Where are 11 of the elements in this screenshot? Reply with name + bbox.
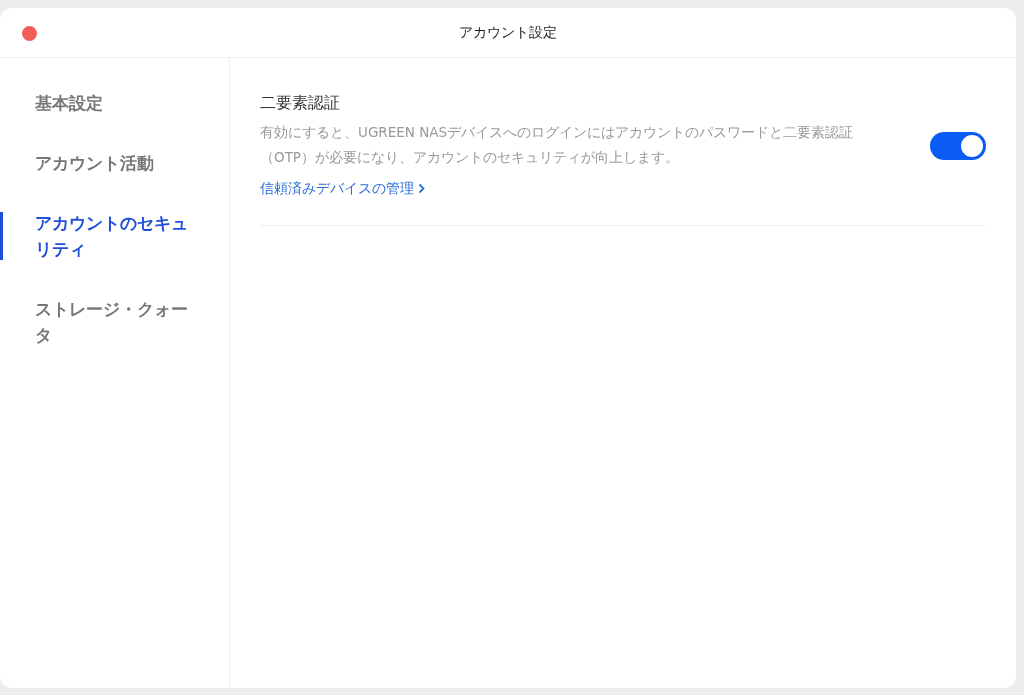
sidebar-item[interactable]: 基本設定 [35,90,200,116]
sidebar-item[interactable]: アカウントのセキュリティ [35,210,200,262]
sidebar-item[interactable]: ストレージ・クォータ [35,296,200,348]
chevron-right-icon [418,183,425,194]
trusted-devices-link[interactable]: 信頼済みデバイスの管理 [260,178,425,199]
setting-title: 二要素認証 [260,92,341,114]
sidebar-item[interactable]: アカウント活動 [35,150,200,176]
setting-description: 有効にすると、UGREEN NASデバイスへのログインにはアカウントのパスワードと二要素認証（OTP）が必要になり、アカウントのセキュリティが向上します。 [260,123,855,167]
close-button[interactable] [22,26,37,41]
toggle-switch[interactable] [930,131,986,160]
window-title: アカウント設定 [459,23,557,42]
